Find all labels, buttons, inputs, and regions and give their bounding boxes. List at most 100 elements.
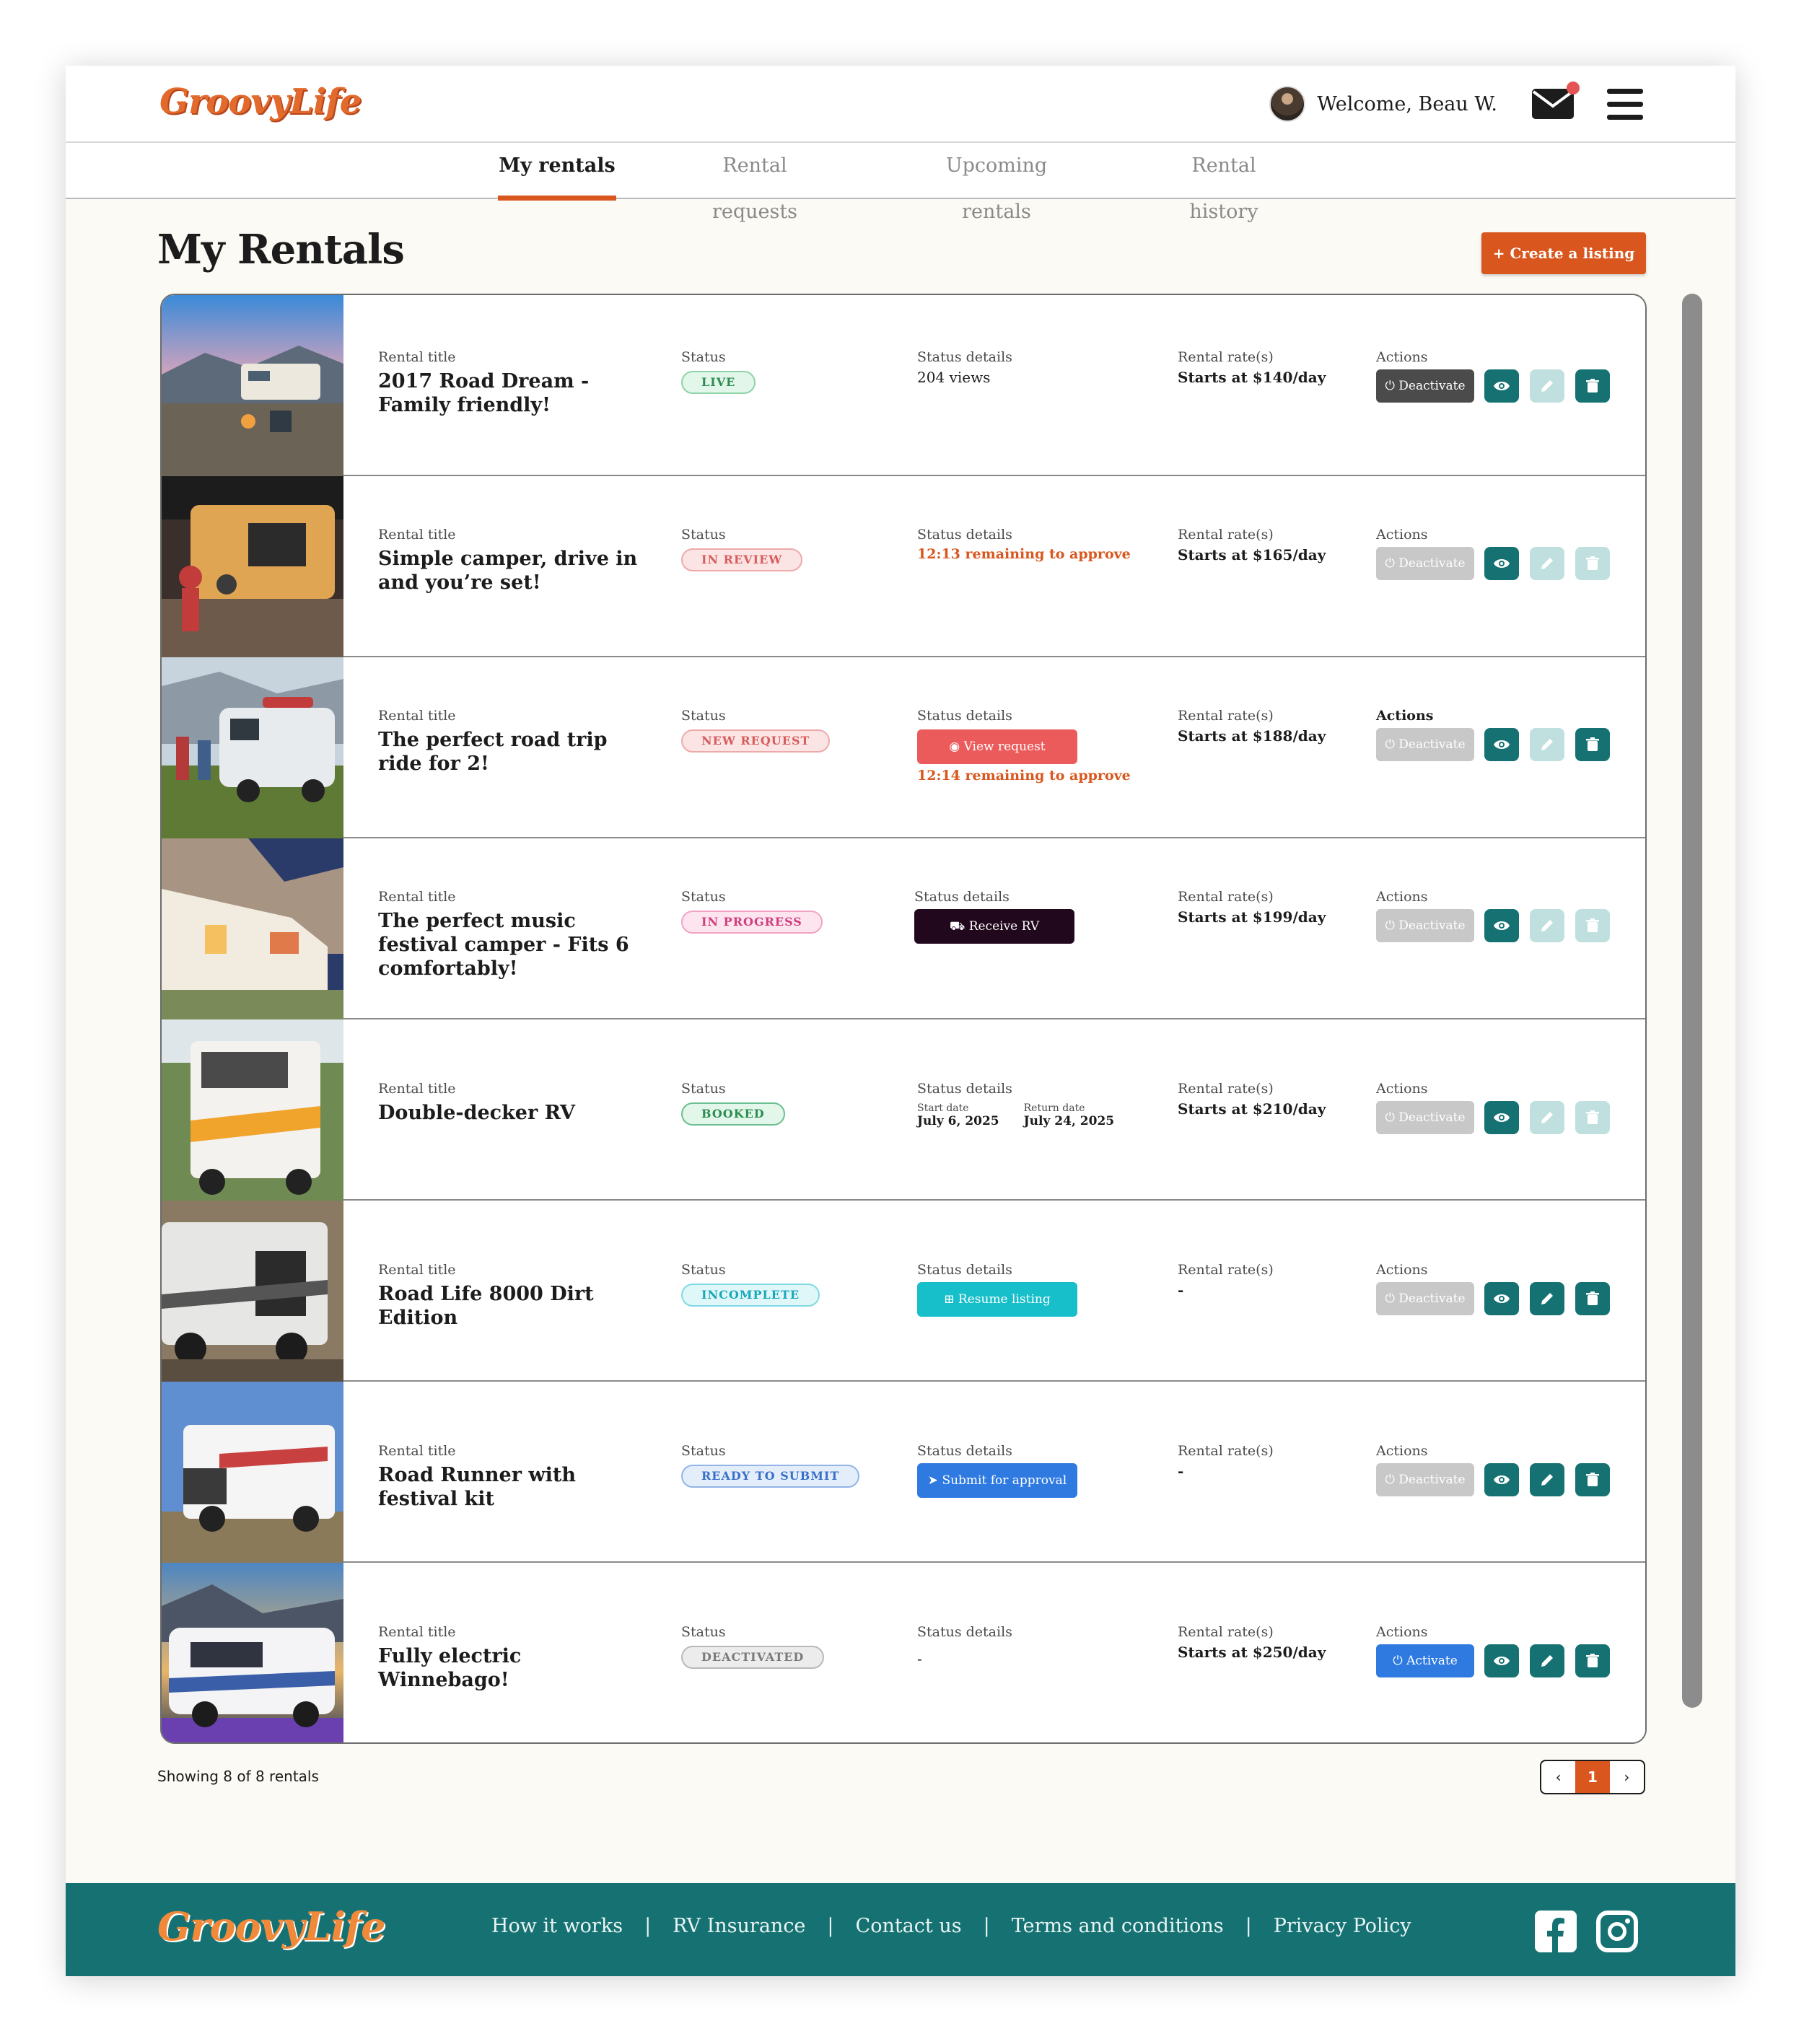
edit-button[interactable] (1530, 1101, 1564, 1134)
create-listing-button[interactable]: + Create a listing (1481, 232, 1646, 274)
deactivate-button[interactable]: ⏻ Deactivate (1376, 1101, 1474, 1134)
delete-button[interactable] (1575, 1644, 1610, 1677)
edit-button[interactable] (1530, 728, 1564, 761)
page-title: My Rentals (157, 226, 405, 273)
delete-button[interactable] (1575, 1282, 1610, 1315)
rental-title-label: Rental title (378, 889, 456, 905)
delete-button[interactable] (1575, 1101, 1610, 1134)
brand-logo[interactable]: GroovyLife (159, 82, 362, 122)
receive-rv-button[interactable]: ⛟ Receive RV (914, 909, 1074, 944)
rental-photo[interactable] (162, 838, 343, 1019)
status-details-label: Status details (914, 889, 1010, 905)
delete-button[interactable] (1575, 1463, 1610, 1496)
deactivate-label: Deactivate (1398, 918, 1466, 933)
rental-photo[interactable] (162, 1019, 343, 1201)
footer-link-privacy[interactable]: Privacy Policy (1274, 1915, 1411, 1937)
edit-button[interactable] (1530, 1463, 1564, 1496)
eye-icon (1494, 1657, 1510, 1665)
rental-title[interactable]: Double-decker RV (378, 1101, 638, 1125)
status-label: Status (681, 708, 726, 724)
prev-page-icon[interactable]: ‹ (1541, 1761, 1575, 1793)
view-button[interactable] (1484, 1101, 1519, 1134)
tab-my-rentals[interactable]: My rentals (498, 143, 616, 201)
status-details: 12:13 remaining to approve (917, 546, 1131, 562)
rental-title[interactable]: 2017 Road Dream - Family friendly! (378, 369, 638, 417)
tab-upcoming-rentals[interactable]: Upcoming rentals (917, 143, 1076, 223)
submit-for-approval-button[interactable]: ➤ Submit for approval (917, 1463, 1077, 1498)
rental-rate: - (1178, 1462, 1184, 1480)
rental-rate: - (1178, 1281, 1184, 1299)
deactivate-button[interactable]: ⏻ Deactivate (1376, 547, 1474, 580)
rental-title[interactable]: The perfect music festival camper - Fits… (378, 909, 638, 981)
activate-button[interactable]: ⏻ Activate (1376, 1644, 1474, 1677)
edit-button[interactable] (1530, 1282, 1564, 1315)
rental-rate-label: Rental rate(s) (1178, 1443, 1274, 1459)
eye-icon (1494, 559, 1510, 568)
scrollbar[interactable] (1682, 294, 1702, 1708)
user-menu[interactable]: Welcome, Beau W. (1269, 86, 1497, 122)
rental-title-label: Rental title (378, 1081, 456, 1097)
view-button[interactable] (1484, 547, 1519, 580)
footer: GroovyLife How it works | RV Insurance |… (66, 1883, 1735, 1976)
instagram-icon[interactable] (1596, 1911, 1638, 1952)
rental-photo[interactable] (162, 295, 343, 476)
view-button[interactable] (1484, 909, 1519, 942)
deactivate-button[interactable]: ⏻ Deactivate (1376, 728, 1474, 761)
next-page-icon[interactable]: › (1610, 1761, 1644, 1793)
deactivate-button[interactable]: ⏻ Deactivate (1376, 369, 1474, 403)
footer-link-terms[interactable]: Terms and conditions (1012, 1915, 1224, 1937)
facebook-icon[interactable] (1535, 1911, 1577, 1952)
view-button[interactable] (1484, 728, 1519, 761)
start-date-label: Start date (917, 1102, 969, 1114)
footer-link-rv-insurance[interactable]: RV Insurance (673, 1915, 805, 1937)
view-request-button[interactable]: ◉ View request (917, 729, 1077, 764)
rental-photo[interactable] (162, 1201, 343, 1382)
edit-button[interactable] (1530, 369, 1564, 403)
actions-label: Actions (1376, 1262, 1428, 1278)
pencil-icon (1541, 1474, 1553, 1486)
delete-button[interactable] (1575, 369, 1610, 403)
start-date: July 6, 2025 (917, 1114, 999, 1128)
page-number[interactable]: 1 (1575, 1761, 1610, 1793)
footer-separator: | (983, 1915, 990, 1937)
view-button[interactable] (1484, 1282, 1519, 1315)
rental-title[interactable]: Road Life 8000 Dirt Edition (378, 1282, 652, 1330)
footer-logo[interactable]: GroovyLife (157, 1903, 385, 1949)
deactivate-button[interactable]: ⏻ Deactivate (1376, 1463, 1474, 1496)
rental-title[interactable]: The perfect road trip ride for 2! (378, 728, 638, 776)
delete-button[interactable] (1575, 728, 1610, 761)
deactivate-button[interactable]: ⏻ Deactivate (1376, 1282, 1474, 1315)
actions-label: Actions (1376, 708, 1434, 724)
avatar[interactable] (1269, 86, 1306, 122)
delete-button[interactable] (1575, 547, 1610, 580)
rental-title[interactable]: Simple camper, drive in and you’re set! (378, 547, 638, 595)
footer-link-how-it-works[interactable]: How it works (491, 1915, 623, 1937)
edit-button[interactable] (1530, 1644, 1564, 1677)
rental-title[interactable]: Fully electric Winnebago! (378, 1644, 638, 1692)
footer-separator: | (827, 1915, 834, 1937)
rental-title[interactable]: Road Runner with festival kit (378, 1463, 638, 1511)
delete-button[interactable] (1575, 909, 1610, 942)
status-details-label: Status details (917, 1081, 1012, 1097)
rental-photo[interactable] (162, 476, 343, 657)
rental-photo[interactable] (162, 1563, 343, 1744)
view-button[interactable] (1484, 1644, 1519, 1677)
view-button[interactable] (1484, 1463, 1519, 1496)
tab-rental-requests[interactable]: Rental requests (683, 143, 827, 223)
edit-button[interactable] (1530, 909, 1564, 942)
resume-listing-button[interactable]: ⊞ Resume listing (917, 1282, 1077, 1317)
tab-rental-history[interactable]: Rental history (1155, 143, 1292, 223)
edit-button[interactable] (1530, 547, 1564, 580)
status-label: Status (681, 1262, 726, 1278)
status-details-label: Status details (917, 1624, 1012, 1640)
actions-label: Actions (1376, 1624, 1428, 1640)
actions-label: Actions (1376, 1081, 1428, 1097)
deactivate-button[interactable]: ⏻ Deactivate (1376, 909, 1474, 942)
hamburger-menu-icon[interactable] (1607, 89, 1643, 120)
rental-photo[interactable] (162, 657, 343, 838)
rental-photo[interactable] (162, 1382, 343, 1563)
footer-link-contact-us[interactable]: Contact us (856, 1915, 962, 1937)
status-badge: LIVE (681, 371, 756, 394)
status-label: Status (681, 349, 726, 365)
view-button[interactable] (1484, 369, 1519, 403)
